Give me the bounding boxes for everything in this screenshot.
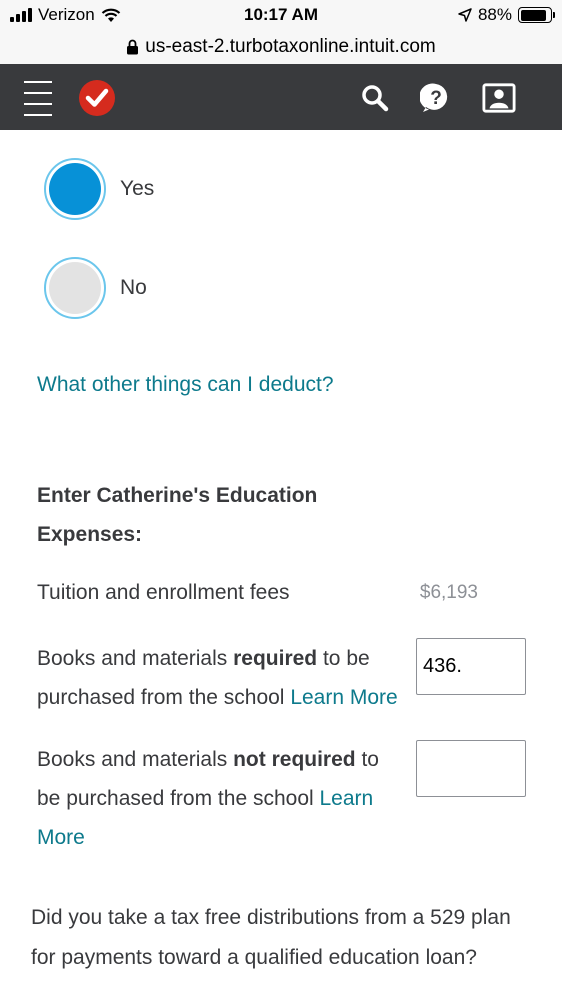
hamburger-menu-icon[interactable] (24, 81, 52, 116)
question-text: Did you take a tax free distributions fr… (31, 906, 511, 969)
deduct-info-link[interactable]: What other things can I deduct? (37, 373, 334, 397)
profile-icon[interactable] (482, 81, 516, 115)
battery-icon (518, 7, 555, 23)
turbotax-logo-icon[interactable] (79, 80, 115, 116)
address-bar[interactable]: us-east-2.turbotaxonline.intuit.com (0, 30, 562, 64)
search-icon[interactable] (358, 81, 392, 115)
label-emphasis: required (233, 647, 318, 670)
radio-button-yes[interactable] (44, 158, 106, 220)
tuition-fees-value: $6,193 (419, 582, 478, 603)
learn-more-link[interactable]: Learn More (290, 686, 397, 709)
url-text: us-east-2.turbotaxonline.intuit.com (145, 36, 436, 57)
radio-button-no[interactable] (44, 257, 106, 319)
education-section-title: Enter Catherine's Education Expenses: (37, 484, 318, 546)
help-icon[interactable]: ? (419, 81, 453, 115)
label-text: Books and materials (37, 647, 234, 670)
svg-text:?: ? (430, 88, 442, 109)
books-not-required-label: Books and materials not required to be p… (37, 740, 397, 857)
books-required-input[interactable] (416, 638, 526, 695)
radio-option-no[interactable]: No (44, 257, 147, 319)
label-emphasis: not required (233, 748, 356, 771)
battery-percent: 88% (477, 5, 512, 24)
lock-icon (127, 39, 139, 55)
radio-label-yes: Yes (120, 177, 155, 200)
radio-option-yes[interactable]: Yes (44, 158, 154, 220)
location-arrow-icon (458, 8, 472, 22)
radio-label-no: No (120, 276, 147, 299)
status-right: 88% (458, 5, 555, 25)
books-not-required-input[interactable] (416, 740, 526, 797)
books-required-label: Books and materials required to be purch… (37, 639, 417, 717)
app-header: ? (0, 64, 562, 130)
tuition-fees-link[interactable]: Tuition and enrollment fees (37, 573, 290, 612)
radio-dot (49, 163, 101, 215)
status-bar: Verizon 10:17 AM 88% (0, 0, 562, 30)
label-text: Books and materials (37, 748, 234, 771)
radio-dot (49, 262, 101, 314)
